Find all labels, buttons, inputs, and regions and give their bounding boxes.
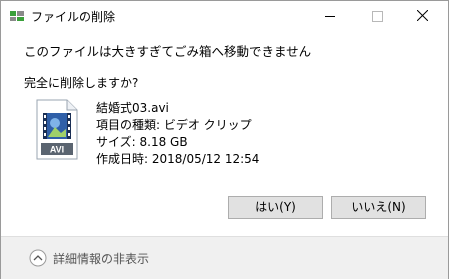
hide-details-link[interactable]: 詳細情報の非表示 <box>53 250 149 267</box>
title-bar[interactable]: ファイルの削除 <box>1 1 448 31</box>
file-name: 結婚式03.avi <box>96 101 169 115</box>
maximize-icon <box>372 11 383 22</box>
yes-button[interactable]: はい(Y) <box>228 196 323 219</box>
file-details: 結婚式03.avi 項目の種類: ビデオ クリップ サイズ: 8.18 GB 作… <box>96 100 259 168</box>
window-title: ファイルの削除 <box>31 10 116 24</box>
file-created-date: 作成日時: 2018/05/12 12:54 <box>96 152 260 166</box>
dialog-question: 完全に削除しますか? <box>24 76 139 90</box>
close-button[interactable] <box>400 1 446 31</box>
minimize-icon <box>325 16 335 17</box>
dialog-headline: このファイルは大きすぎてごみ箱へ移動できません <box>24 44 312 59</box>
delete-file-dialog: ファイルの削除 このファイルは大きすぎてごみ箱へ移動できません 完全に削除します… <box>0 0 449 279</box>
maximize-button[interactable] <box>354 1 400 31</box>
file-size: サイズ: 8.18 GB <box>96 135 188 149</box>
details-footer: 詳細情報の非表示 <box>1 236 448 279</box>
file-type: 項目の種類: ビデオ クリップ <box>96 118 252 132</box>
minimize-button[interactable] <box>308 1 354 31</box>
no-button[interactable]: いいえ(N) <box>331 196 426 219</box>
file-type-label: AVI <box>50 145 64 155</box>
recycle-delete-icon <box>10 11 24 21</box>
avi-video-file-icon: AVI <box>36 99 78 160</box>
close-icon <box>417 10 428 21</box>
chevron-up-circle-icon[interactable] <box>29 249 47 267</box>
